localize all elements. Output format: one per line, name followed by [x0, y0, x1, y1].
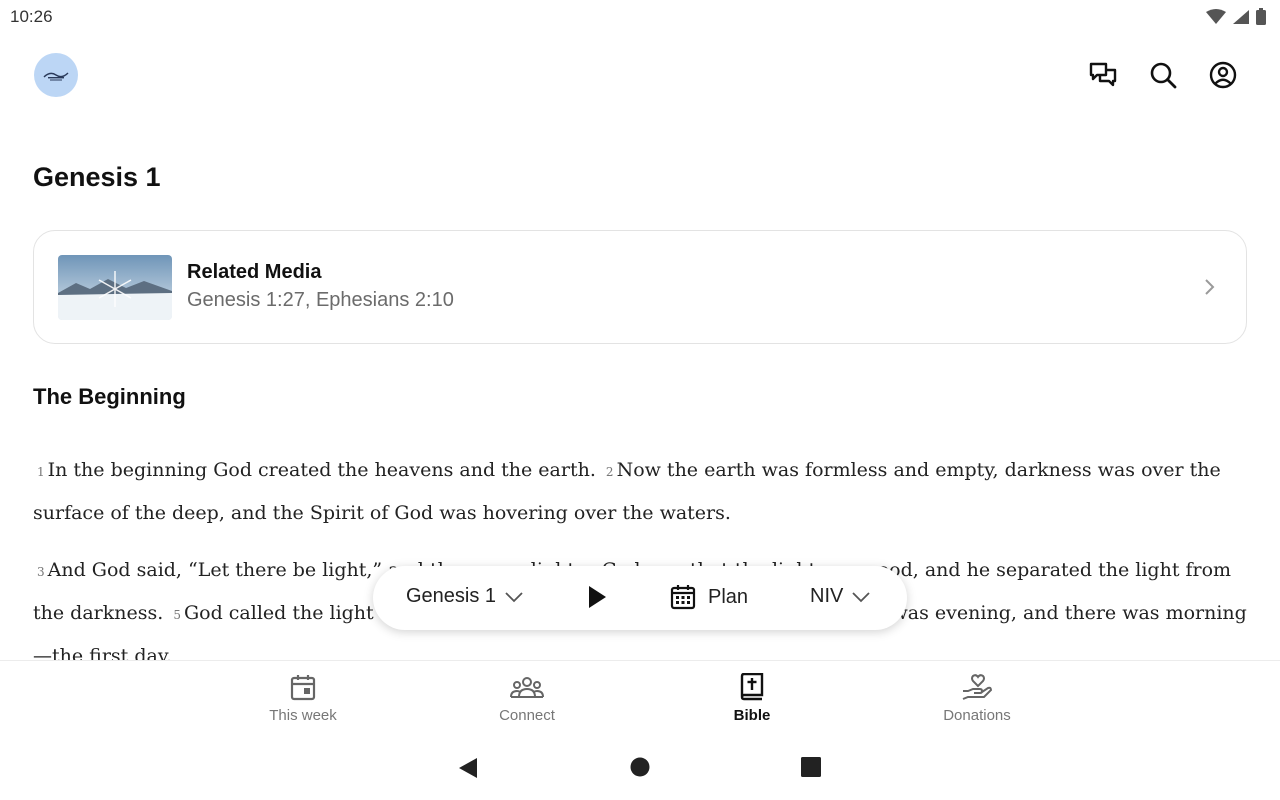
wifi-icon — [1206, 8, 1226, 24]
status-time: 10:26 — [10, 7, 53, 26]
battery-icon — [1256, 8, 1266, 25]
donation-icon — [962, 674, 992, 700]
play-icon — [589, 586, 606, 608]
verse-text: In the beginning God created the heavens… — [47, 459, 596, 481]
version-label: NIV — [810, 585, 844, 607]
play-button[interactable] — [586, 584, 608, 615]
nav-item-connect[interactable]: Connect — [457, 673, 597, 724]
signal-icon — [1233, 9, 1249, 24]
bible-icon — [740, 673, 764, 701]
nav-item-bible[interactable]: Bible — [682, 673, 822, 724]
status-bar: 10:26 — [0, 0, 1280, 34]
chat-icon — [1089, 62, 1117, 87]
plan-button[interactable]: Plan — [670, 584, 748, 610]
nav-item-this-week[interactable]: This week — [233, 673, 373, 724]
verse-number: 2 — [605, 465, 614, 479]
related-media-thumbnail — [58, 255, 172, 320]
nav-item-donations[interactable]: Donations — [907, 673, 1047, 724]
people-icon — [510, 677, 544, 698]
section-heading: The Beginning — [33, 384, 186, 409]
search-icon — [1150, 62, 1177, 89]
scripture-paragraph: 1 In the beginning God created the heaven… — [33, 450, 1248, 534]
account-button[interactable] — [1206, 58, 1240, 92]
calendar-icon — [290, 675, 316, 701]
related-media-title: Related Media — [187, 261, 322, 283]
back-icon[interactable] — [458, 757, 478, 779]
bible-toolbar: Genesis 1 Plan NIV — [373, 566, 907, 630]
nav-label: Bible — [733, 707, 771, 724]
chevron-down-icon — [505, 591, 523, 602]
calendar-icon — [670, 585, 696, 610]
chapter-label: Genesis 1 — [406, 585, 497, 607]
chapter-selector[interactable]: Genesis 1 — [406, 585, 524, 608]
verse-number: 5 — [173, 608, 181, 622]
verse-number: 3 — [37, 565, 45, 579]
top-actions — [1086, 58, 1240, 92]
account-icon — [1209, 61, 1237, 89]
recents-icon[interactable] — [801, 757, 821, 777]
system-nav-bar — [0, 738, 1280, 800]
bottom-nav: This week Connect Bible Donations — [0, 660, 1280, 738]
home-icon[interactable] — [630, 757, 650, 777]
verse-number: 1 — [37, 465, 45, 479]
page-title: Genesis 1 — [33, 162, 161, 192]
search-button[interactable] — [1146, 58, 1180, 92]
nav-label: Connect — [499, 707, 555, 724]
plan-label: Plan — [708, 585, 749, 608]
nav-label: This week — [269, 707, 337, 724]
nav-label: Donations — [943, 707, 1011, 724]
related-media-card[interactable]: Related Media Genesis 1:27, Ephesians 2:… — [33, 230, 1247, 344]
related-media-subtitle: Genesis 1:27, Ephesians 2:10 — [187, 289, 454, 311]
version-selector[interactable]: NIV — [810, 585, 871, 608]
chevron-right-icon — [1205, 279, 1215, 295]
logo-mark-icon — [43, 72, 69, 81]
chevron-down-icon — [852, 591, 870, 602]
status-icons — [1206, 8, 1266, 25]
chat-button[interactable] — [1086, 58, 1120, 92]
church-logo[interactable] — [34, 53, 78, 97]
